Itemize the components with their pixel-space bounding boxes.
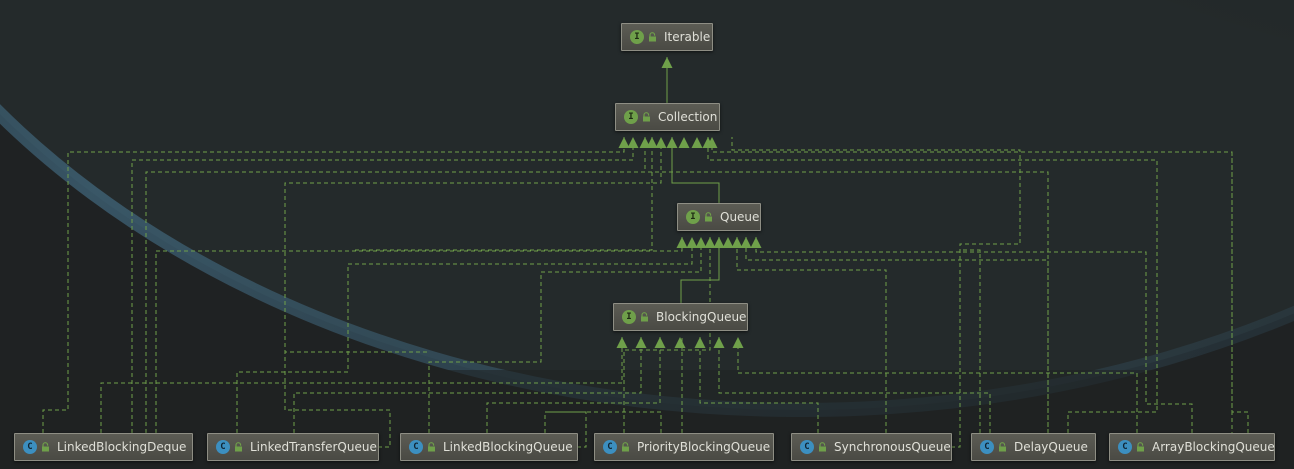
public-lock-icon xyxy=(235,442,242,452)
node-label: BlockingQueue xyxy=(656,310,747,324)
node-priorityblockingqueue[interactable]: C PriorityBlockingQueue xyxy=(594,433,774,461)
edge-delayqueue-to-collection xyxy=(707,137,1158,433)
class-icon: C xyxy=(409,440,423,454)
edge-delayqueue-to-blockingqueue xyxy=(718,337,991,433)
class-icon: C xyxy=(980,440,994,454)
edge-linkedtransferqueue-to-blockingqueue xyxy=(293,337,642,433)
route-lbq-queue xyxy=(352,137,653,251)
edge-delayqueue-to-queue xyxy=(745,237,1049,433)
inheritance-arrowhead xyxy=(676,237,688,248)
node-linkedblockingqueue[interactable]: C LinkedBlockingQueue xyxy=(400,433,578,461)
inheritance-arrowhead xyxy=(616,337,628,348)
route-deque-left xyxy=(131,137,634,433)
public-lock-icon xyxy=(643,112,650,122)
edge-priorityblockingqueue-to-queue xyxy=(623,237,711,433)
relationship-lines xyxy=(42,57,1249,448)
edge-linkedtransferqueue-to-collection xyxy=(284,137,662,448)
interface-icon: I xyxy=(624,110,638,124)
inheritance-arrowhead xyxy=(686,237,698,248)
node-delayqueue[interactable]: C DelayQueue xyxy=(971,433,1096,461)
public-lock-icon xyxy=(1137,442,1144,452)
node-queue[interactable]: I Queue xyxy=(677,203,761,231)
node-label: SynchronousQueue xyxy=(834,440,951,454)
edge-synchronousqueue-to-collection xyxy=(731,137,1021,448)
public-lock-icon xyxy=(649,32,656,42)
node-collection[interactable]: I Collection xyxy=(615,103,720,131)
inheritance-arrowhead xyxy=(713,337,725,348)
inheritance-arrowhead xyxy=(750,237,762,248)
node-linkedtransferqueue[interactable]: C LinkedTransferQueue xyxy=(207,433,379,461)
public-lock-icon xyxy=(622,442,629,452)
class-icon: C xyxy=(603,440,617,454)
inheritance-arrowhead xyxy=(646,137,658,148)
edge-linkedblockingqueue-to-queue xyxy=(428,237,702,433)
inheritance-arrowhead xyxy=(740,237,752,248)
edge-linkedblockingdeque-to-collection xyxy=(42,137,625,433)
node-arrayblockingqueue[interactable]: C ArrayBlockingQueue xyxy=(1109,433,1275,461)
inheritance-arrowhead xyxy=(654,337,666,348)
route-deque-left-2 xyxy=(145,171,1049,433)
public-lock-icon xyxy=(42,442,49,452)
inheritance-arrowhead xyxy=(661,57,673,68)
inheritance-arrowhead xyxy=(674,337,686,348)
inheritance-arrowhead xyxy=(722,237,734,248)
inheritance-arrowhead xyxy=(627,137,639,148)
edge-linkedblockingqueue-to-blockingqueue xyxy=(486,337,661,433)
inheritance-arrowhead xyxy=(731,237,743,248)
inheritance-arrowhead xyxy=(695,237,707,248)
inheritance-arrowhead xyxy=(694,337,706,348)
edge-linkedblockingdeque-to-queue xyxy=(155,237,683,433)
inheritance-arrowhead xyxy=(678,137,690,148)
inheritance-arrowhead xyxy=(655,137,667,148)
class-icon: C xyxy=(1118,440,1132,454)
edge-synchronousqueue-to-blockingqueue xyxy=(699,337,819,433)
node-iterable[interactable]: I Iterable xyxy=(621,23,713,51)
interface-icon: I xyxy=(686,210,700,224)
node-label: Queue xyxy=(720,210,760,224)
inheritance-arrowhead xyxy=(704,237,716,248)
public-lock-icon xyxy=(641,312,648,322)
node-label: LinkedBlockingQueue xyxy=(443,440,573,454)
interface-icon: I xyxy=(630,30,644,44)
public-lock-icon xyxy=(999,442,1006,452)
node-linkedblockingdeque[interactable]: C LinkedBlockingDeque xyxy=(14,433,193,461)
edge-synchronousqueue-to-queue xyxy=(736,237,887,433)
route-sync-mid xyxy=(960,249,981,433)
node-label: Collection xyxy=(658,110,718,124)
edge-arrayblockingqueue-to-blockingqueue xyxy=(737,337,1138,433)
edge-arrayblockingqueue-to-queue xyxy=(755,237,1193,433)
inheritance-arrowhead xyxy=(618,137,630,148)
route-transfer-vertical xyxy=(284,350,430,353)
class-icon: C xyxy=(23,440,37,454)
inheritance-arrowhead xyxy=(691,137,703,148)
node-label: PriorityBlockingQueue xyxy=(637,440,771,454)
public-lock-icon xyxy=(819,442,826,452)
public-lock-icon xyxy=(705,212,712,222)
node-label: DelayQueue xyxy=(1014,440,1088,454)
node-label: ArrayBlockingQueue xyxy=(1152,440,1275,454)
node-label: LinkedTransferQueue xyxy=(250,440,377,454)
class-icon: C xyxy=(216,440,230,454)
class-icon: C xyxy=(800,440,814,454)
node-label: LinkedBlockingDeque xyxy=(57,440,187,454)
public-lock-icon xyxy=(428,442,435,452)
node-blockingqueue[interactable]: I BlockingQueue xyxy=(613,303,748,331)
inheritance-arrowhead xyxy=(732,337,744,348)
inheritance-arrowhead xyxy=(713,237,725,248)
route-priority xyxy=(146,137,646,173)
inheritance-arrowhead xyxy=(635,337,647,348)
uml-diagram-canvas: I Iterable I Collection I Queue I BlockingQueue… xyxy=(0,0,1294,469)
inheritance-arrowhead xyxy=(666,137,678,148)
node-label: Iterable xyxy=(664,30,711,44)
edge-linkedblockingdeque-to-blockingqueue xyxy=(100,337,623,433)
node-synchronousqueue[interactable]: C SynchronousQueue xyxy=(791,433,952,461)
interface-icon: I xyxy=(622,310,636,324)
